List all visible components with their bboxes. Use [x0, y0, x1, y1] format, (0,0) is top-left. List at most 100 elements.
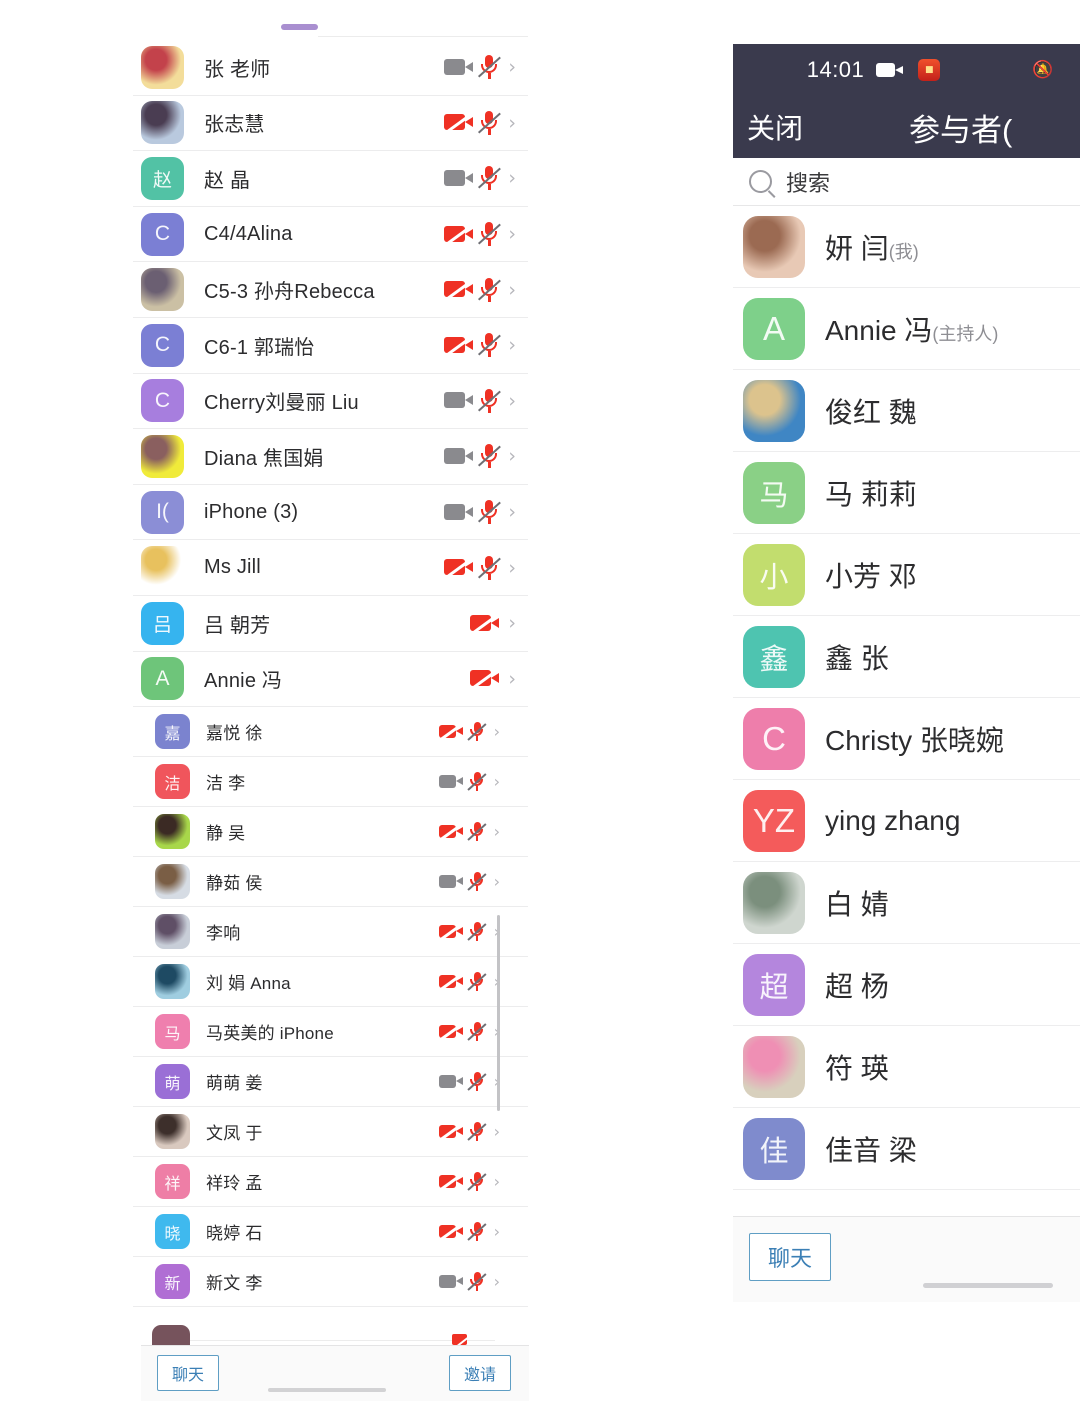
participant-name: 新文 李	[206, 1274, 263, 1294]
participant-status-icons: ›	[444, 443, 516, 469]
participant-row[interactable]: 超超 杨	[733, 944, 1080, 1026]
chevron-right-icon[interactable]: ›	[494, 1122, 500, 1141]
participant-row[interactable]: 文凤 于 ›	[133, 1107, 528, 1158]
avatar	[141, 434, 184, 478]
chevron-right-icon[interactable]: ›	[508, 56, 516, 78]
microphone-muted-icon	[466, 1121, 487, 1143]
participant-row[interactable]: 吕吕 朝芳 ›	[133, 596, 528, 652]
chevron-right-icon[interactable]: ›	[508, 668, 516, 690]
chevron-right-icon[interactable]: ›	[508, 112, 516, 134]
participant-row[interactable]: 萌萌萌 姜 ›	[133, 1057, 528, 1108]
chevron-right-icon[interactable]: ›	[508, 445, 516, 467]
partial-row-divider-top	[318, 36, 528, 37]
participant-row[interactable]: 静 吴 ›	[133, 807, 528, 858]
participant-row[interactable]: Ms Jill ›	[133, 540, 528, 596]
participant-row[interactable]: 白 婧	[733, 862, 1080, 944]
participant-name: 俊红 魏	[825, 396, 917, 428]
avatar	[743, 215, 805, 278]
participant-name: ying zhang	[825, 804, 961, 836]
microphone-muted-icon	[478, 555, 502, 581]
participant-row[interactable]: 马马英美的 iPhone ›	[133, 1007, 528, 1058]
avatar: 马	[155, 1014, 190, 1050]
participant-name: 静茹 侯	[206, 874, 263, 894]
participant-status-icons: ›	[438, 1121, 500, 1143]
avatar: 超	[743, 953, 805, 1016]
participant-row[interactable]: 洁洁 李 ›	[133, 757, 528, 808]
participant-row[interactable]: 李响 ›	[133, 907, 528, 958]
chevron-right-icon[interactable]: ›	[508, 334, 516, 356]
participant-row[interactable]: 小小芳 邓	[733, 534, 1080, 616]
participant-row[interactable]: 符 瑛	[733, 1026, 1080, 1108]
participant-name: 马英美的 iPhone	[206, 1024, 334, 1044]
close-button[interactable]: 关闭	[747, 107, 803, 147]
right-participant-list[interactable]: 妍 闫(我) A Annie 冯(主持人) 俊红 魏马马 莉莉小小芳 邓鑫鑫 张 C Ch…	[733, 206, 1080, 1190]
chevron-right-icon[interactable]: ›	[494, 1222, 500, 1241]
participant-row[interactable]: A Annie 冯 ›	[133, 652, 528, 708]
avatar	[141, 45, 184, 89]
chevron-right-icon[interactable]: ›	[494, 822, 500, 841]
participant-row[interactable]: 马马 莉莉	[733, 452, 1080, 534]
chevron-right-icon[interactable]: ›	[508, 557, 516, 579]
participant-row[interactable]: 刘 娟 Anna ›	[133, 957, 528, 1008]
participant-row[interactable]: C Christy 张晓婉	[733, 698, 1080, 780]
invite-button-left[interactable]: 邀请	[448, 1355, 511, 1391]
participant-row[interactable]: 嘉嘉悦 徐 ›	[133, 707, 528, 758]
search-icon	[749, 170, 772, 193]
camera-off-icon	[438, 1123, 464, 1142]
avatar	[743, 871, 805, 934]
chevron-right-icon[interactable]: ›	[494, 1272, 500, 1291]
camera-off-icon	[438, 1173, 464, 1192]
participant-status-icons: ›	[444, 332, 516, 358]
chevron-right-icon[interactable]: ›	[494, 772, 500, 791]
participant-name: 晓婷 石	[206, 1224, 263, 1244]
camera-on-icon	[438, 773, 464, 790]
chat-button-right[interactable]: 聊天	[749, 1233, 832, 1281]
participant-row[interactable]: 张 老师 ›	[133, 40, 528, 96]
avatar: C	[141, 323, 184, 367]
participant-status-icons: ›	[438, 771, 500, 793]
participant-name: 嘉悦 徐	[206, 724, 263, 744]
chat-button-left[interactable]: 聊天	[157, 1355, 220, 1391]
participant-row[interactable]: C Cherry刘曼丽 Liu ›	[133, 374, 528, 430]
avatar: 佳	[743, 1117, 805, 1180]
participant-row[interactable]: 俊红 魏	[733, 370, 1080, 452]
chevron-right-icon[interactable]: ›	[508, 279, 516, 301]
participant-row[interactable]: I(iPhone (3) ›	[133, 485, 528, 541]
home-indicator-left	[268, 1388, 386, 1392]
participant-row[interactable]: YZ ying zhang	[733, 780, 1080, 862]
participant-row[interactable]: C5-3 孙舟Rebecca ›	[133, 262, 528, 318]
avatar: C	[141, 379, 184, 423]
participant-row[interactable]: 赵赵 晶 ›	[133, 151, 528, 207]
participant-row[interactable]: 静茹 侯 ›	[133, 857, 528, 908]
camera-on-icon	[438, 1073, 464, 1090]
participant-row[interactable]: A Annie 冯(主持人)	[733, 288, 1080, 370]
chevron-right-icon[interactable]: ›	[494, 722, 500, 741]
participant-row[interactable]: Diana 焦国娟 ›	[133, 429, 528, 485]
chevron-right-icon[interactable]: ›	[508, 501, 516, 523]
participant-status-icons: ›	[438, 1271, 500, 1293]
participant-row[interactable]: 妍 闫(我)	[733, 206, 1080, 288]
participant-row[interactable]: 佳佳音 梁	[733, 1108, 1080, 1190]
avatar	[155, 814, 190, 850]
participant-row[interactable]: C C4/4Alina ›	[133, 207, 528, 263]
chevron-right-icon[interactable]: ›	[508, 167, 516, 189]
chevron-right-icon[interactable]: ›	[494, 1172, 500, 1191]
avatar: 晓	[155, 1214, 190, 1250]
left-list-scrollbar[interactable]	[497, 915, 500, 1111]
microphone-muted-icon	[478, 443, 502, 469]
participant-row[interactable]: C C6-1 郭瑞怡 ›	[133, 318, 528, 374]
participant-row[interactable]: 晓晓婷 石 ›	[133, 1207, 528, 1258]
search-field[interactable]: 搜索	[733, 158, 1080, 206]
participant-name: iPhone (3)	[204, 500, 299, 523]
participant-row[interactable]: 鑫鑫 张	[733, 616, 1080, 698]
participant-row[interactable]: 新新文 李 ›	[133, 1257, 528, 1308]
chevron-right-icon[interactable]: ›	[508, 390, 516, 412]
participant-row[interactable]: 张志慧 ›	[133, 96, 528, 152]
left-participant-list[interactable]: 张 老师 › 张志慧 › 赵赵 晶 › C C4/4Alina › C5-3 孙舟Rebecca ›…	[133, 40, 528, 1308]
chevron-right-icon[interactable]: ›	[494, 872, 500, 891]
participant-row[interactable]: 祥祥玲 孟 ›	[133, 1157, 528, 1208]
chevron-right-icon[interactable]: ›	[508, 223, 516, 245]
chevron-right-icon[interactable]: ›	[508, 612, 516, 634]
search-input[interactable]: 搜索	[786, 166, 830, 198]
avatar: A	[141, 657, 184, 701]
